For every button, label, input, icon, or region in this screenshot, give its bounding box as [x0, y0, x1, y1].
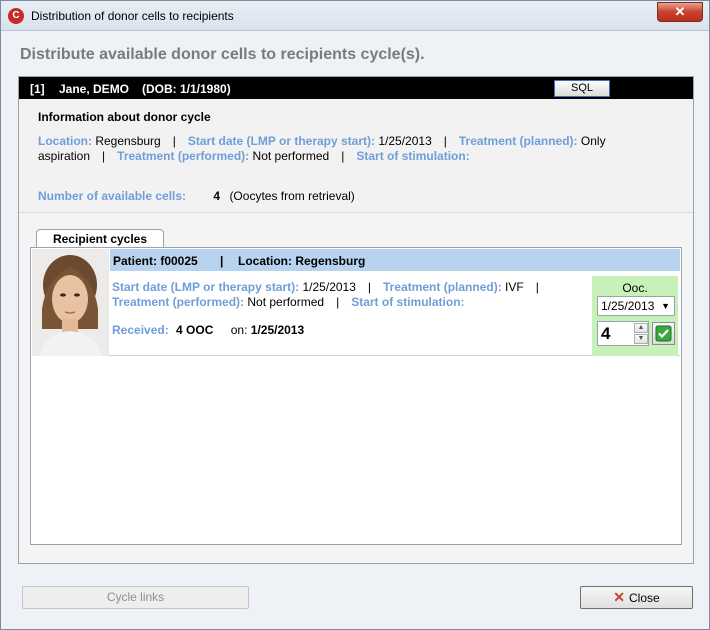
donor-cycle-heading: Information about donor cycle	[38, 110, 211, 124]
close-button[interactable]: ✕ Close	[580, 586, 693, 609]
treatment-planned-value: Only	[580, 134, 606, 148]
dialog-window: C Distribution of donor cells to recipie…	[0, 0, 710, 630]
start-date-label: Start date (LMP or therapy start):	[187, 134, 376, 148]
recipient-portrait	[32, 249, 109, 356]
patient-name: Jane, DEMO	[59, 82, 130, 96]
checkmark-icon	[655, 325, 672, 342]
donor-panel: [1] Jane, DEMO (DOB: 1/1/1980) SQL Infor…	[18, 76, 694, 564]
treatment-planned-value-cont: aspiration	[38, 149, 91, 163]
separator: |	[443, 134, 447, 148]
recipient-patient-id: Patient: f00025	[113, 254, 198, 268]
treatment-planned-label: Treatment (planned):	[458, 134, 578, 148]
available-cells-value: 4	[213, 189, 221, 203]
recipient-row[interactable]: Patient: f00025 | Location: Regensburg S…	[32, 249, 680, 356]
rec-treatment-performed-label: Treatment (performed):	[112, 295, 245, 309]
available-cells-label: Number of available cells:	[38, 189, 187, 203]
window-title: Distribution of donor cells to recipient…	[31, 9, 234, 23]
ooc-count-value: 4	[601, 324, 611, 343]
ooc-date-value: 1/25/2013	[601, 299, 655, 313]
confirm-button[interactable]	[652, 322, 675, 345]
separator: |	[367, 280, 372, 294]
treatment-performed-label: Treatment (performed):	[117, 149, 250, 163]
sql-button[interactable]: SQL	[554, 80, 610, 97]
oocyte-allocation-box: Ooc. 1/25/2013 ▼ 4 ▲ ▼	[592, 276, 678, 356]
chevron-down-icon: ▼	[661, 301, 670, 311]
donor-info-line-2: aspiration | Treatment (performed): Not pe…	[38, 149, 470, 163]
separator: |	[535, 280, 539, 294]
recipient-header: Patient: f00025 | Location: Regensburg	[110, 249, 680, 271]
separator: |	[220, 254, 224, 268]
patient-number: [1]	[30, 82, 45, 96]
rec-start-date-label: Start date (LMP or therapy start):	[112, 280, 300, 294]
separator: |	[341, 149, 345, 163]
dialog-heading: Distribute available donor cells to reci…	[20, 46, 425, 63]
received-label: Received:	[112, 323, 169, 337]
available-cells-line: Number of available cells: 4 (Oocytes fr…	[38, 189, 355, 203]
close-label: Close	[629, 591, 660, 605]
ooc-date-select[interactable]: 1/25/2013 ▼	[597, 296, 675, 316]
recipient-received-line: Received: 4 OOC on: 1/25/2013	[112, 323, 304, 337]
location-label: Location:	[38, 134, 92, 148]
received-on-value: 1/25/2013	[250, 323, 305, 337]
recipient-line-2: Treatment (performed): Not performed | Sta…	[112, 295, 465, 309]
close-icon: ✕	[613, 589, 626, 605]
spin-up-button[interactable]: ▲	[634, 323, 648, 333]
recipient-location: Location: Regensburg	[238, 254, 366, 268]
separator: |	[172, 134, 176, 148]
received-value: 4 OOC	[176, 323, 214, 337]
separator: |	[336, 295, 340, 309]
patient-dob: (DOB: 1/1/1980)	[142, 82, 231, 96]
ooc-label: Ooc.	[622, 281, 648, 295]
rec-treatment-planned-label: Treatment (planned):	[383, 280, 502, 294]
available-cells-note: (Oocytes from retrieval)	[229, 189, 355, 203]
patient-bar: [1] Jane, DEMO (DOB: 1/1/1980) SQL	[19, 77, 693, 99]
treatment-performed-value: Not performed	[252, 149, 330, 163]
separator: |	[102, 149, 106, 163]
title-bar[interactable]: C Distribution of donor cells to recipie…	[1, 1, 709, 31]
start-stimulation-label: Start of stimulation:	[356, 149, 470, 163]
donor-cycle-info: Information about donor cycle Location: …	[19, 99, 693, 213]
window-close-button[interactable]: ✕	[657, 2, 703, 22]
location-value: Regensburg	[95, 134, 161, 148]
spin-down-button[interactable]: ▼	[634, 334, 648, 344]
ooc-count-input[interactable]: 4 ▲ ▼	[597, 321, 649, 346]
app-logo-icon: C	[8, 8, 24, 24]
donor-info-line-1: Location: Regensburg | Start date (LMP or …	[38, 134, 606, 148]
rec-treatment-planned-value: IVF	[505, 280, 524, 294]
start-date-value: 1/25/2013	[378, 134, 432, 148]
cycle-links-button[interactable]: Cycle links	[22, 586, 249, 609]
recipient-cycles-panel: Patient: f00025 | Location: Regensburg S…	[30, 247, 682, 545]
rec-start-date-value: 1/25/2013	[302, 280, 356, 294]
recipient-photo	[32, 249, 109, 356]
recipient-line-1: Start date (LMP or therapy start): 1/25/…	[112, 280, 551, 294]
received-on-label: on:	[230, 323, 248, 337]
rec-start-stimulation-label: Start of stimulation:	[351, 295, 465, 309]
rec-treatment-performed-value: Not performed	[247, 295, 325, 309]
tab-recipient-cycles[interactable]: Recipient cycles	[36, 229, 164, 249]
